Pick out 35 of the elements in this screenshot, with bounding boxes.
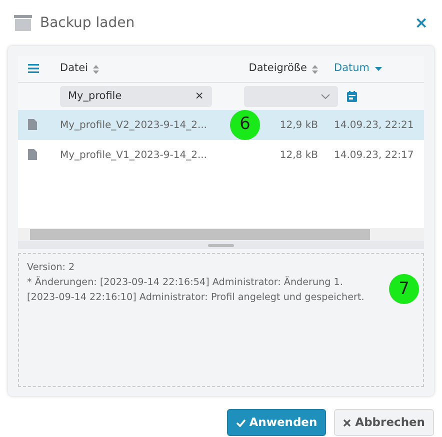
details-text: Version: 2 — [27, 261, 75, 275]
filter-field[interactable]: My_profile × — [60, 86, 212, 107]
close-icon — [343, 418, 352, 427]
sort-icon[interactable] — [93, 64, 100, 74]
close-button[interactable]: × — [412, 11, 430, 35]
details-text: * Änderungen: [2023-09-14 22:16:54] Administrator: Änderung 1. — [27, 275, 343, 290]
menu-icon[interactable] — [28, 64, 39, 74]
cancel-button[interactable]: Abbrechen — [334, 409, 434, 436]
file-size: 12,8 kB — [280, 150, 318, 160]
file-icon — [28, 149, 37, 160]
details-text: [2023-09-14 22:16:10] Administrator: Profil angelegt und gespeichert. — [27, 291, 364, 305]
column-header[interactable]: Dateigröße — [248, 61, 307, 77]
file-name: My_profile_V1_2023-9-14_2... — [60, 150, 207, 160]
file-date: 14.09.23, 22:17 — [334, 150, 414, 160]
dialog-title: Backup laden — [40, 14, 135, 32]
chevron-down-icon[interactable] — [321, 94, 330, 99]
table-row[interactable]: My_profile_V1_2023-9-14_2... 12,8 kB 14.09.23, 22:17 — [18, 140, 424, 170]
archive-box-icon — [14, 15, 32, 31]
check-icon — [236, 418, 246, 427]
sort-icon[interactable] — [312, 64, 318, 74]
file-date: 14.09.23, 22:21 — [334, 120, 414, 130]
apply-button[interactable]: Anwenden — [227, 409, 326, 436]
calendar-icon[interactable] — [347, 90, 357, 102]
table-row[interactable]: My_profile_V2_2023-9-14_2... 6 12,9 kB 14.09.23, 22:21 — [18, 110, 424, 140]
callout-marker: 7 — [389, 274, 419, 304]
sort-descending-icon[interactable] — [374, 67, 382, 71]
file-name: My_profile_V2_2023-9-14_2... — [60, 120, 207, 130]
file-icon — [28, 119, 37, 130]
horizontal-scrollbar[interactable] — [18, 228, 424, 241]
column-header[interactable]: Datei — [60, 61, 88, 77]
clear-button[interactable]: × — [194, 88, 204, 105]
resize-handle[interactable] — [208, 244, 234, 247]
file-size: 12,9 kB — [280, 120, 318, 130]
callout-marker: 6 — [230, 110, 260, 140]
column-header[interactable]: Datum — [334, 61, 370, 77]
